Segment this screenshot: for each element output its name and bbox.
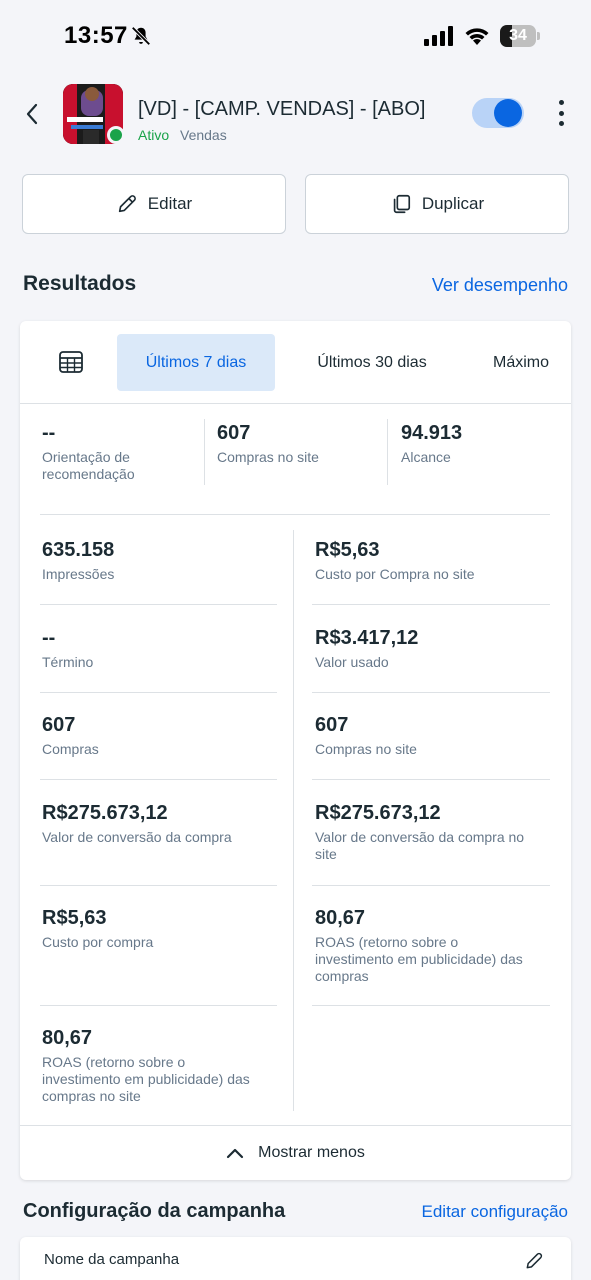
pencil-icon[interactable]	[524, 1251, 544, 1271]
campaign-title: [VD] - [CAMP. VENDAS] - [ABO]	[138, 98, 426, 120]
campaign-toggle[interactable]	[472, 98, 524, 128]
pencil-icon	[118, 195, 136, 213]
metric-purchases: 607 Compras	[42, 713, 282, 758]
metric-roas-site: 80,67 ROAS (retorno sobre o investimento…	[42, 1026, 252, 1105]
chevron-up-icon	[227, 1148, 244, 1159]
metric-value: --	[42, 422, 56, 444]
metric-label: Valor de conversão da compra	[42, 829, 232, 845]
view-performance-link[interactable]: Ver desempenho	[432, 275, 568, 296]
back-arrow-icon	[26, 103, 38, 125]
metric-label: ROAS (retorno sobre o investimento em pu…	[42, 1054, 250, 1104]
metric-cost-per-site-purchase: R$5,63 Custo por Compra no site	[315, 538, 555, 583]
date-range-tabs: Últimos 7 dias Últimos 30 dias Máximo	[20, 321, 571, 404]
metric-value: 607	[315, 714, 349, 736]
metric-site-purchases-2: 607 Compras no site	[315, 713, 555, 758]
campaign-name-label: Nome da campanha	[44, 1251, 180, 1268]
edit-button-label: Editar	[147, 194, 193, 213]
metric-label: Compras no site	[315, 741, 417, 757]
duplicate-button[interactable]: Duplicar	[305, 174, 569, 234]
divider	[40, 885, 277, 886]
campaign-status: Ativo	[138, 127, 170, 143]
duplicate-button-label: Duplicar	[421, 194, 485, 213]
divider	[40, 1005, 277, 1006]
metric-site-purchases: 607 Compras no site	[217, 421, 377, 466]
metric-site-conversion-value: R$275.673,12 Valor de conversão da compr…	[315, 801, 530, 863]
tab-last-7-days[interactable]: Últimos 7 dias	[117, 334, 275, 391]
active-status-dot	[107, 126, 125, 144]
metric-end-date: -- Término	[42, 626, 282, 671]
results-card: Últimos 7 dias Últimos 30 dias Máximo --…	[20, 321, 571, 1180]
metric-value: R$3.417,12	[315, 627, 419, 649]
signal-icon	[424, 26, 453, 46]
divider	[293, 530, 294, 1111]
metric-label: ROAS (retorno sobre o investimento em pu…	[315, 934, 523, 984]
show-less-label: Mostrar menos	[258, 1144, 365, 1161]
results-title: Resultados	[23, 272, 137, 295]
divider	[312, 779, 550, 780]
metric-value: R$275.673,12	[315, 802, 441, 824]
metric-label: Valor usado	[315, 654, 389, 670]
wifi-icon	[465, 28, 489, 45]
divider	[204, 419, 205, 485]
tab-last-30-days[interactable]: Últimos 30 dias	[300, 334, 444, 391]
metric-value: --	[42, 627, 56, 649]
metric-conversion-value: R$275.673,12 Valor de conversão da compr…	[42, 801, 282, 846]
divider	[40, 692, 277, 693]
edit-config-link[interactable]: Editar configuração	[422, 1202, 568, 1222]
divider	[40, 604, 277, 605]
metric-label: Orientação de recomendação	[42, 449, 135, 482]
status-bar: 13:57 34	[0, 0, 591, 72]
metric-label: Valor de conversão da compra no site	[315, 829, 525, 862]
more-vertical-icon	[558, 100, 564, 105]
toggle-knob	[494, 99, 522, 127]
divider	[312, 692, 550, 693]
status-time: 13:57	[64, 22, 128, 49]
metric-label: Compras no site	[217, 449, 319, 465]
metric-value: 635.158	[42, 539, 115, 561]
metric-value: 607	[217, 422, 251, 444]
show-less-button[interactable]: Mostrar menos	[20, 1125, 571, 1180]
config-title: Configuração da campanha	[23, 1200, 286, 1222]
divider	[387, 419, 388, 485]
metric-label: Término	[42, 654, 94, 670]
campaign-name-row[interactable]: Nome da campanha	[20, 1237, 571, 1280]
battery-icon: 34	[500, 25, 540, 47]
metric-label: Alcance	[401, 449, 451, 465]
metric-value: 94.913	[401, 422, 463, 444]
divider	[312, 604, 550, 605]
metric-cost-per-purchase: R$5,63 Custo por compra	[42, 906, 282, 951]
metric-value: R$275.673,12	[42, 802, 168, 824]
metric-amount-spent: R$3.417,12 Valor usado	[315, 626, 555, 671]
metric-impressions: 635.158 Impressões	[42, 538, 282, 583]
bell-muted-icon	[131, 26, 151, 46]
metric-label: Compras	[42, 741, 99, 757]
metric-value: 80,67	[42, 1027, 93, 1049]
edit-button[interactable]: Editar	[22, 174, 286, 234]
divider	[40, 514, 550, 515]
metric-value: R$5,63	[42, 907, 107, 929]
metric-label: Impressões	[42, 566, 115, 582]
battery-level: 34	[509, 27, 527, 44]
metric-value: R$5,63	[315, 539, 380, 561]
duplicate-icon	[393, 194, 410, 214]
divider	[40, 779, 277, 780]
more-options-button[interactable]	[548, 96, 574, 130]
metric-label: Custo por compra	[42, 934, 154, 950]
tab-maximum[interactable]: Máximo	[475, 334, 567, 391]
back-button[interactable]	[16, 96, 48, 132]
metric-label: Custo por Compra no site	[315, 566, 475, 582]
divider	[312, 1005, 550, 1006]
metric-recommendation: -- Orientação de recomendação	[42, 421, 202, 483]
metric-roas: 80,67 ROAS (retorno sobre o investimento…	[315, 906, 525, 985]
metric-value: 607	[42, 714, 76, 736]
campaign-objective: Vendas	[180, 127, 227, 143]
divider	[312, 885, 550, 886]
calendar-table-icon[interactable]	[56, 347, 86, 377]
metric-reach: 94.913 Alcance	[401, 421, 551, 466]
metric-value: 80,67	[315, 907, 366, 929]
